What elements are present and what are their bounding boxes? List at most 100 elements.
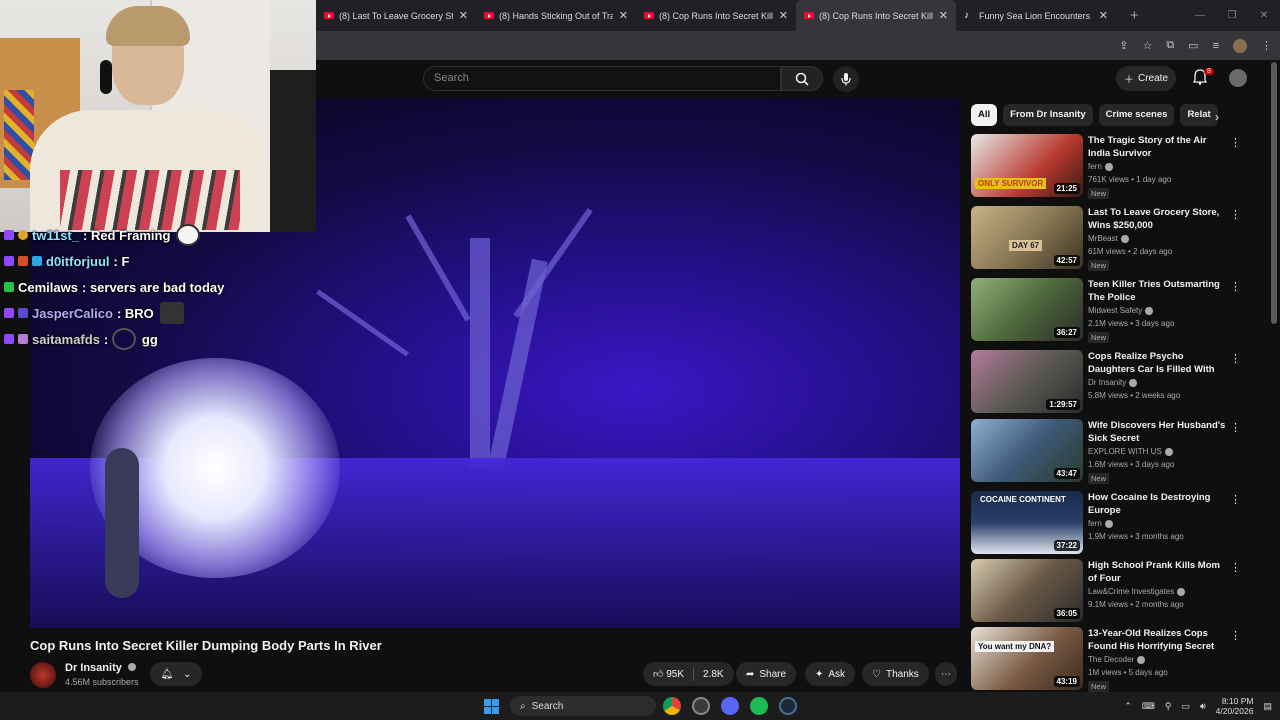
more-vertical-icon[interactable]: ⋮	[1230, 421, 1241, 434]
install-icon[interactable]: ⇪	[1119, 39, 1128, 52]
video-thumbnail[interactable]: 43:47	[971, 419, 1083, 482]
recommendation-item[interactable]: ONLY SURVIVOR 21:25 The Tragic Story of …	[971, 134, 1271, 200]
obs-icon[interactable]	[692, 697, 710, 715]
rec-title[interactable]: How Cocaine Is Destroying Europe	[1088, 491, 1228, 517]
rec-channel[interactable]: fern	[1088, 162, 1113, 171]
chip-related[interactable]: Relat	[1180, 104, 1218, 126]
like-button[interactable]: 👍︎ 95K	[653, 668, 684, 680]
account-avatar[interactable]	[1229, 69, 1247, 87]
rec-title[interactable]: 13-Year-Old Realizes Cops Found His Horr…	[1088, 627, 1228, 653]
close-icon[interactable]: ✕	[459, 9, 468, 22]
more-vertical-icon[interactable]: ⋮	[1230, 136, 1241, 149]
video-thumbnail[interactable]: You want my DNA? 43:19	[971, 627, 1083, 690]
rec-title[interactable]: High School Prank Kills Mom of Four	[1088, 559, 1228, 585]
subscription-bell-button[interactable]: 🔔︎ ⌄	[150, 662, 202, 686]
rec-title[interactable]: Cops Realize Psycho Daughters Car Is Fil…	[1088, 350, 1228, 376]
recommendation-item[interactable]: 36:27 Teen Killer Tries Outsmarting The …	[971, 278, 1271, 344]
page-scrollbar[interactable]	[1271, 62, 1277, 324]
ask-button[interactable]: ✦ Ask	[805, 662, 856, 686]
recommendation-item[interactable]: 43:47 Wife Discovers Her Husband's Sick …	[971, 419, 1271, 485]
rec-channel[interactable]: fern	[1088, 519, 1113, 528]
more-menu-icon[interactable]: ⋮	[1261, 39, 1272, 52]
rec-channel[interactable]: Midwest Safety	[1088, 306, 1154, 315]
maximize-icon[interactable]: ❐	[1216, 10, 1248, 21]
chrome-icon[interactable]	[663, 697, 681, 715]
microphone-icon	[841, 73, 851, 86]
recommendation-item[interactable]: COCAINE CONTINENT 37:22 How Cocaine Is D…	[971, 491, 1271, 557]
thanks-button[interactable]: ♡ Thanks	[862, 662, 929, 686]
system-clock[interactable]: 8:10 PM 4/20/2026	[1216, 696, 1254, 716]
close-icon[interactable]: ✕	[779, 9, 788, 22]
video-thumbnail[interactable]: COCAINE CONTINENT 37:22	[971, 491, 1083, 554]
video-thumbnail[interactable]: DAY 67 42:57	[971, 206, 1083, 269]
windows-start-icon[interactable]	[484, 699, 499, 714]
rec-title[interactable]: Wife Discovers Her Husband's Sick Secret	[1088, 419, 1228, 445]
volume-icon[interactable]: 🔊︎	[1200, 701, 1206, 712]
rec-channel[interactable]: EXPLORE WITH US	[1088, 447, 1173, 456]
voice-search-button[interactable]	[833, 66, 859, 92]
chip-from-channel[interactable]: From Dr Insanity	[1003, 104, 1093, 126]
taskbar-search[interactable]: ⌕ Search	[510, 696, 656, 716]
notification-center-icon[interactable]: ▤	[1263, 701, 1272, 712]
profile-avatar[interactable]	[1233, 38, 1247, 53]
browser-tab-1[interactable]: (8) Last To Leave Grocery Store ✕	[316, 0, 476, 31]
more-vertical-icon[interactable]: ⋮	[1230, 629, 1241, 642]
video-thumbnail[interactable]: 36:27	[971, 278, 1083, 341]
extensions-icon[interactable]: ⧉	[1166, 39, 1174, 52]
microphone-icon[interactable]: ⚲	[1165, 701, 1172, 712]
video-thumbnail[interactable]: 1:29:57	[971, 350, 1083, 413]
browser-tab-2[interactable]: (8) Hands Sticking Out of Traile ✕	[476, 0, 636, 31]
more-vertical-icon[interactable]: ⋮	[1230, 561, 1241, 574]
video-title: Cop Runs Into Secret Killer Dumping Body…	[30, 638, 382, 653]
close-icon[interactable]: ✕	[1099, 9, 1108, 22]
rec-channel[interactable]: MrBeast	[1088, 234, 1129, 243]
rec-title[interactable]: Teen Killer Tries Outsmarting The Police	[1088, 278, 1228, 304]
more-vertical-icon[interactable]: ⋮	[1230, 208, 1241, 221]
dislike-button[interactable]: 2.8K	[703, 669, 724, 680]
share-button[interactable]: ➦ Share	[736, 662, 797, 686]
more-vertical-icon[interactable]: ⋮	[1230, 352, 1241, 365]
close-icon[interactable]: ✕	[939, 9, 948, 22]
more-vertical-icon[interactable]: ⋮	[1230, 280, 1241, 293]
rec-channel[interactable]: Dr Insanity	[1088, 378, 1138, 387]
like-count: 95K	[666, 669, 685, 680]
cast-icon[interactable]: ▭	[1188, 39, 1198, 52]
close-icon[interactable]: ✕	[619, 9, 628, 22]
video-thumbnail[interactable]: 36:05	[971, 559, 1083, 622]
search-button[interactable]	[781, 66, 823, 91]
tab-search-icon[interactable]: ≡	[1213, 40, 1219, 52]
spotify-icon[interactable]	[750, 697, 768, 715]
steam-icon[interactable]	[779, 697, 797, 715]
close-window-icon[interactable]: ✕	[1248, 10, 1280, 21]
discord-icon[interactable]	[721, 697, 739, 715]
browser-tab-4-active[interactable]: (8) Cop Runs Into Secret Killer D ✕	[796, 0, 956, 31]
recommendation-item[interactable]: You want my DNA? 43:19 13-Year-Old Reali…	[971, 627, 1271, 693]
create-button[interactable]: ＋ Create	[1116, 66, 1176, 91]
network-icon[interactable]: ⌨	[1142, 701, 1155, 712]
rec-channel[interactable]: The Decoder	[1088, 655, 1146, 664]
video-thumbnail[interactable]: ONLY SURVIVOR 21:25	[971, 134, 1083, 197]
recommendation-item[interactable]: 1:29:57 Cops Realize Psycho Daughters Ca…	[971, 350, 1271, 416]
chip-crime-scenes[interactable]: Crime scenes	[1098, 104, 1175, 126]
chevron-right-icon[interactable]: ›	[1215, 110, 1219, 124]
more-vertical-icon[interactable]: ⋮	[1230, 493, 1241, 506]
rec-channel[interactable]: Law&Crime Investigates	[1088, 587, 1186, 596]
search-input[interactable]: Search	[423, 66, 781, 91]
recommendation-item[interactable]: 36:05 High School Prank Kills Mom of Fou…	[971, 559, 1271, 625]
browser-tab-5[interactable]: ♪ Funny Sea Lion Encounters - Yo ✕	[956, 0, 1116, 31]
channel-avatar[interactable]	[30, 662, 56, 688]
display-icon[interactable]: ▭	[1181, 701, 1190, 712]
chat-text: F	[121, 253, 130, 269]
rec-title[interactable]: The Tragic Story of the Air India Surviv…	[1088, 134, 1228, 160]
new-tab-button[interactable]: +	[1130, 7, 1139, 24]
rec-title[interactable]: Last To Leave Grocery Store, Wins $250,0…	[1088, 206, 1228, 232]
channel-name[interactable]: Dr Insanity	[65, 662, 136, 674]
more-actions-button[interactable]: ⋯	[935, 662, 957, 686]
bookmark-star-icon[interactable]: ☆	[1142, 39, 1152, 52]
minimize-icon[interactable]: —	[1184, 10, 1216, 21]
chip-all[interactable]: All	[971, 104, 998, 126]
recommendation-item[interactable]: DAY 67 42:57 Last To Leave Grocery Store…	[971, 206, 1271, 272]
share-action: ➦ Share	[736, 662, 797, 686]
chevron-up-icon[interactable]: ⌃	[1124, 701, 1132, 712]
browser-tab-3[interactable]: (8) Cop Runs Into Secret Killer D ✕	[636, 0, 796, 31]
